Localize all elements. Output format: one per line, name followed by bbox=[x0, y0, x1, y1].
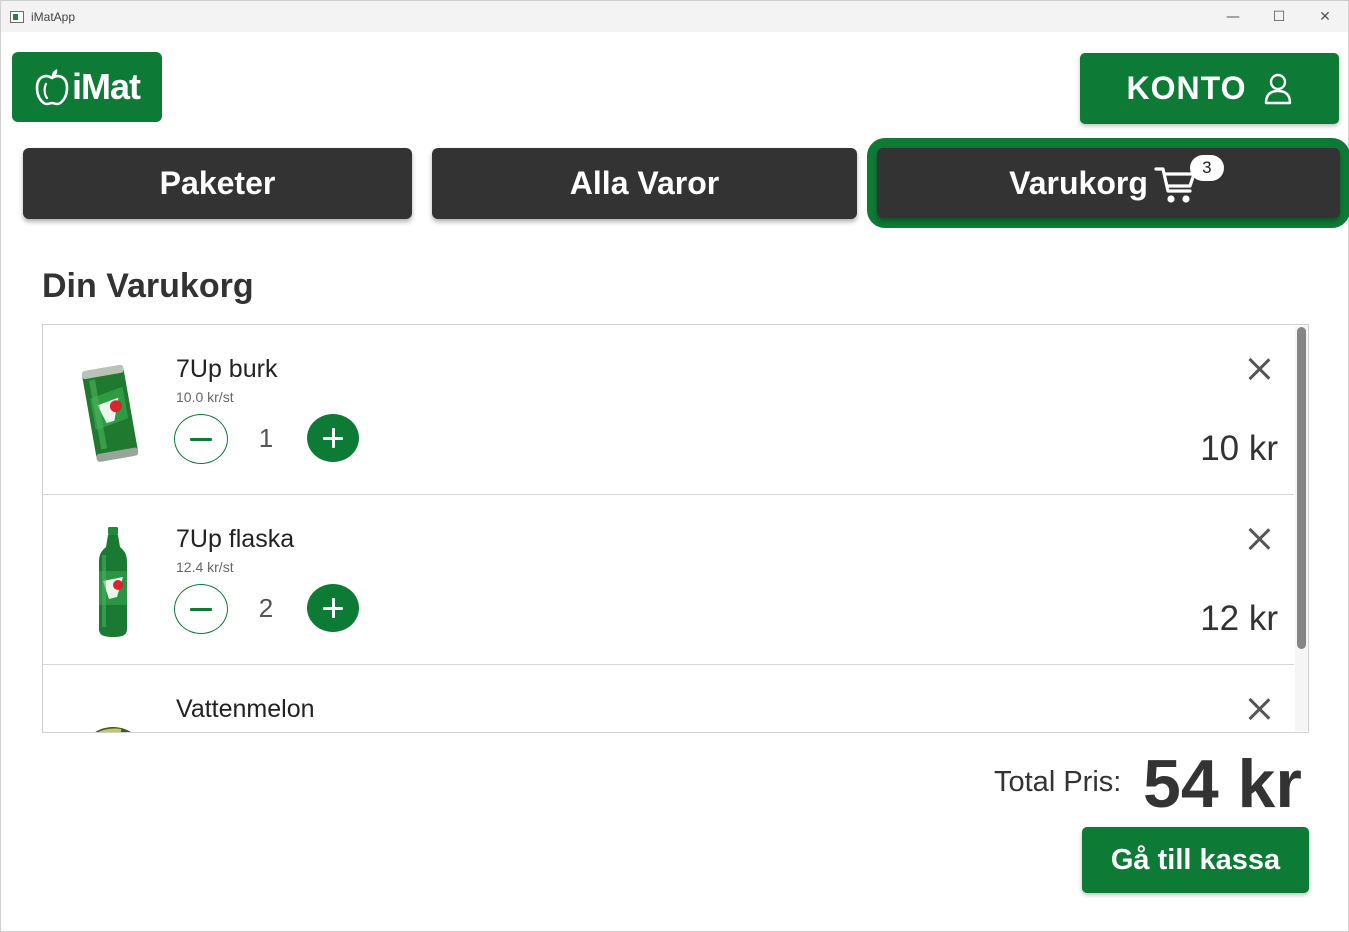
tab-paketer[interactable]: Paketer bbox=[23, 148, 412, 219]
checkout-button[interactable]: Gå till kassa bbox=[1082, 827, 1309, 893]
tab-alla-varor[interactable]: Alla Varor bbox=[432, 148, 857, 219]
item-unit-price: 10.0 kr/st bbox=[176, 389, 234, 405]
window-controls: — ☐ ✕ bbox=[1210, 1, 1348, 32]
page-title: Din Varukorg bbox=[42, 267, 254, 305]
app-window: iMatApp — ☐ ✕ iMat KONTO Paketer Alla Va… bbox=[0, 0, 1349, 932]
total-price-value: 54 kr bbox=[1143, 746, 1302, 822]
item-name: 7Up flaska bbox=[176, 525, 295, 553]
watermelon-image bbox=[95, 727, 131, 732]
account-button[interactable]: KONTO bbox=[1080, 53, 1339, 124]
user-icon bbox=[1265, 73, 1292, 104]
increase-quantity-button[interactable] bbox=[307, 584, 359, 632]
item-price: 12 kr bbox=[1200, 599, 1278, 638]
tab-alla-varor-label: Alla Varor bbox=[569, 165, 720, 201]
app-icon bbox=[10, 10, 24, 23]
tab-paketer-label: Paketer bbox=[159, 165, 276, 201]
total-price-label: Total Pris: bbox=[994, 766, 1122, 798]
item-unit-price: 12.4 kr/st bbox=[176, 559, 234, 575]
minimize-button[interactable]: — bbox=[1210, 1, 1256, 32]
checkout-label: Gå till kassa bbox=[1110, 843, 1281, 876]
scrollbar-thumb[interactable] bbox=[1297, 327, 1306, 649]
cart-list: 7Up burk 10.0 kr/st 1 10 kr 7Up flaska 1… bbox=[42, 324, 1309, 733]
maximize-button[interactable]: ☐ bbox=[1256, 1, 1302, 32]
item-price: 10 kr bbox=[1200, 429, 1278, 468]
title-bar: iMatApp — ☐ ✕ bbox=[1, 1, 1348, 32]
cart-count-badge: 3 bbox=[1189, 155, 1224, 181]
tab-varukorg[interactable]: Varukorg 3 bbox=[877, 148, 1340, 218]
item-name: 7Up burk bbox=[176, 355, 278, 383]
decrease-quantity-button[interactable] bbox=[174, 584, 228, 634]
decrease-quantity-button[interactable] bbox=[174, 414, 228, 464]
tab-varukorg-label: Varukorg bbox=[1009, 164, 1148, 201]
account-label: KONTO bbox=[1126, 70, 1247, 106]
remove-item-icon[interactable] bbox=[1245, 355, 1273, 383]
close-button[interactable]: ✕ bbox=[1302, 1, 1348, 32]
window-title: iMatApp bbox=[31, 9, 76, 24]
soda-can-image bbox=[81, 364, 139, 462]
item-quantity: 2 bbox=[258, 593, 274, 623]
cart-item: 7Up burk 10.0 kr/st 1 10 kr bbox=[43, 325, 1294, 495]
cart-item: 7Up flaska 12.4 kr/st 2 12 kr bbox=[43, 495, 1294, 665]
logo-text: iMat bbox=[72, 66, 141, 107]
imat-logo[interactable]: iMat bbox=[12, 52, 162, 122]
apple-icon bbox=[35, 69, 69, 106]
cart-list-scrollbar[interactable] bbox=[1295, 326, 1308, 731]
increase-quantity-button[interactable] bbox=[307, 414, 359, 462]
cart-item: Vattenmelon bbox=[43, 665, 1294, 732]
item-name: Vattenmelon bbox=[176, 695, 315, 723]
item-quantity: 1 bbox=[258, 423, 274, 453]
soda-bottle-image bbox=[99, 527, 127, 637]
remove-item-icon[interactable] bbox=[1245, 525, 1273, 553]
remove-item-icon[interactable] bbox=[1245, 695, 1273, 723]
cart-icon-wrap: 3 bbox=[1154, 155, 1224, 205]
